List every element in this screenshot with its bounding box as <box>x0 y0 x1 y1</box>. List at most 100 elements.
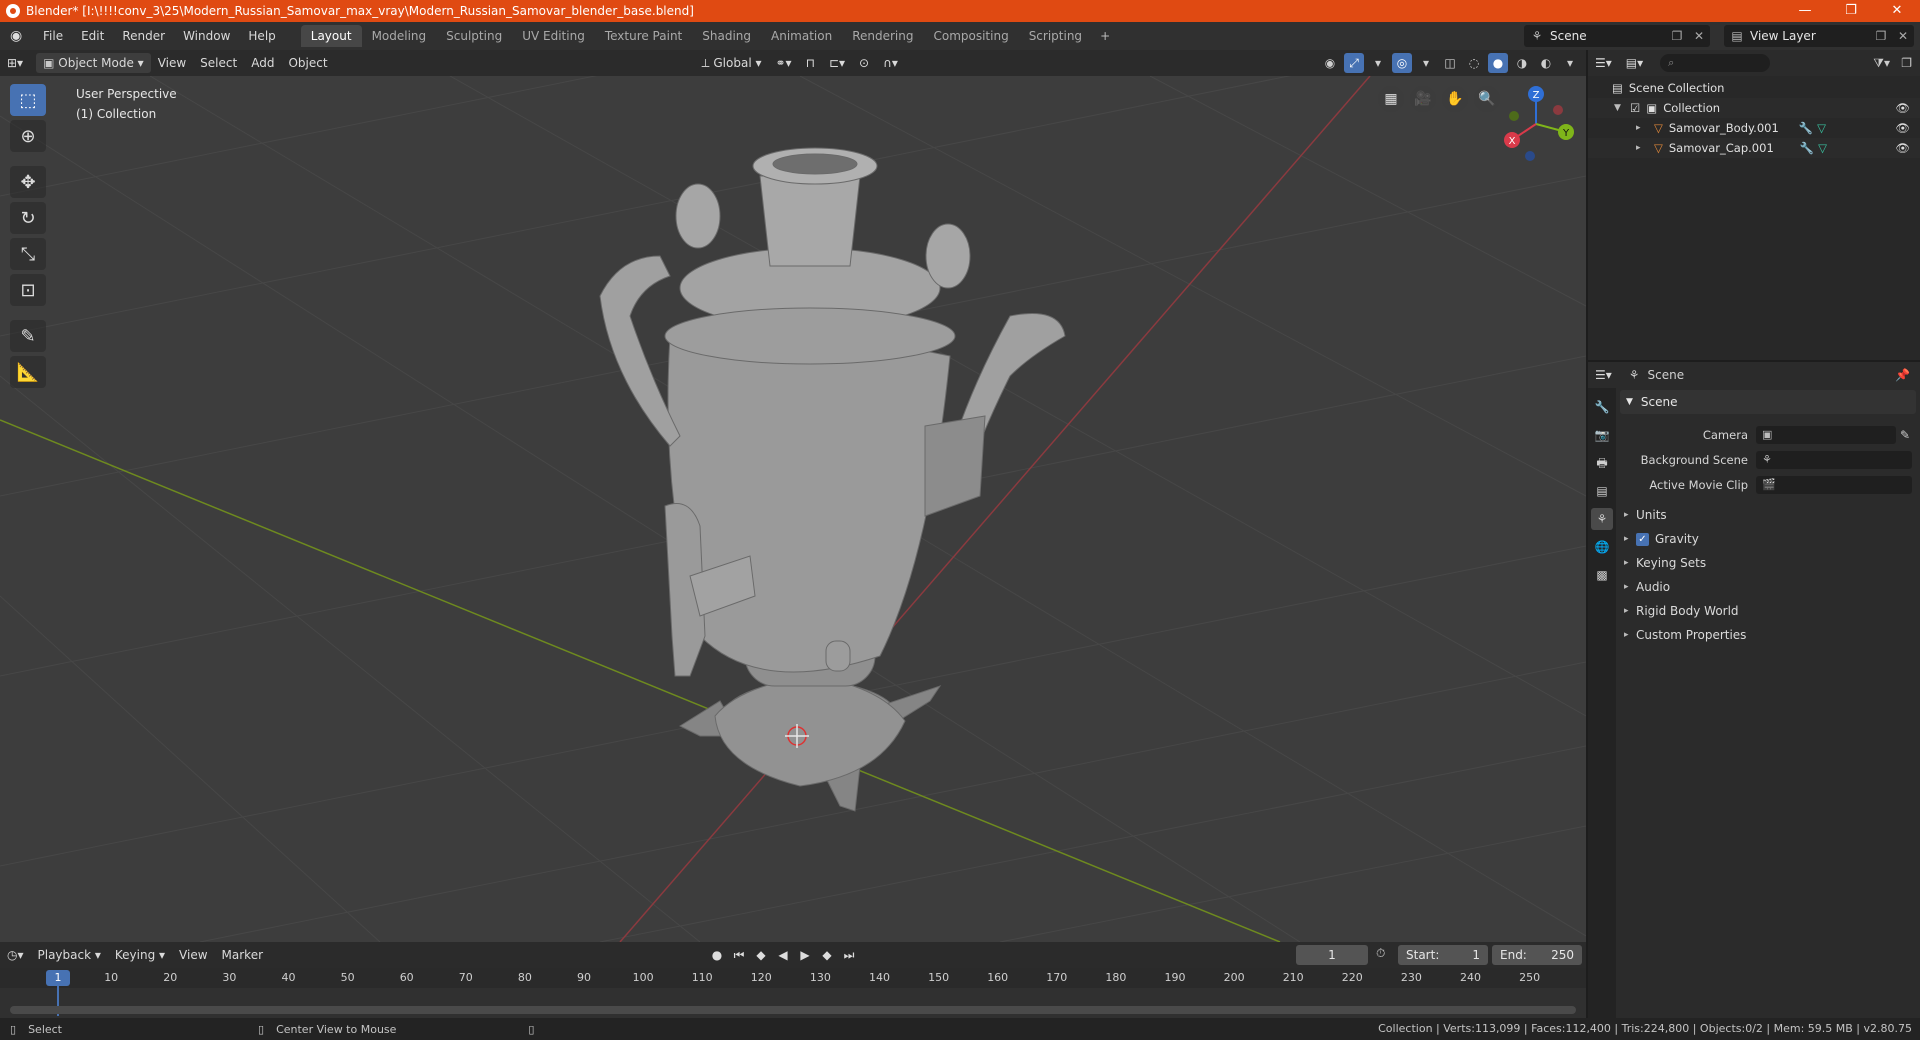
menu-keying[interactable]: Keying ▾ <box>108 945 172 965</box>
snap-icon[interactable]: ⊓ <box>799 53 822 73</box>
menu-select[interactable]: Select <box>193 53 244 73</box>
transform-orientation-dropdown[interactable]: ⟂ Global ▾ <box>695 53 769 73</box>
menu-object[interactable]: Object <box>281 53 334 73</box>
menu-marker[interactable]: Marker <box>215 945 270 965</box>
add-workspace-button[interactable]: + <box>1092 25 1118 47</box>
snap-target-icon[interactable]: ⊏▾ <box>822 53 852 73</box>
outliner-row-samovar-cap[interactable]: ▸ ▽ Samovar_Cap.001 🔧 ▽ 👁 <box>1588 138 1920 158</box>
maximize-button[interactable]: ❐ <box>1828 0 1874 22</box>
current-frame-field[interactable]: 1 <box>1296 945 1368 965</box>
play-reverse-icon[interactable]: ◀ <box>774 945 792 965</box>
expand-body-icon[interactable]: ▸ <box>1636 123 1648 133</box>
body-eye-icon[interactable]: 👁 <box>1895 121 1910 135</box>
new-view-layer-icon[interactable]: ❐ <box>1870 29 1892 43</box>
timeline[interactable]: 10 20 30 40 50 60 70 80 90 100 110 120 130 140 150 160 1… <box>0 968 1586 1018</box>
menu-help[interactable]: Help <box>239 29 284 43</box>
texture-tab-icon[interactable]: ▩ <box>1591 564 1613 586</box>
scene-name[interactable]: Scene <box>1550 29 1666 43</box>
stopwatch-icon[interactable]: ⏱ <box>1376 946 1385 961</box>
overlay-dropdown-icon[interactable]: ▾ <box>1416 53 1436 73</box>
gravity-checkbox[interactable]: ✓ <box>1636 532 1649 546</box>
timeline-scrollbar[interactable] <box>10 1006 1576 1014</box>
tool-tab-icon[interactable]: 🔧 <box>1591 396 1613 418</box>
subpanel-gravity[interactable]: ▸ ✓ Gravity <box>1616 527 1920 551</box>
prev-keyframe-icon[interactable]: ◆ <box>752 945 770 965</box>
falloff-icon[interactable]: ∩▾ <box>876 53 905 73</box>
menu-edit[interactable]: Edit <box>72 29 113 43</box>
camera-view-icon[interactable]: 🎥 <box>1410 86 1436 112</box>
menu-add[interactable]: Add <box>244 53 281 73</box>
scale-tool-icon[interactable]: ⤡ <box>10 238 46 270</box>
wireframe-shading-icon[interactable]: ◌ <box>1464 53 1484 73</box>
tab-layout[interactable]: Layout <box>300 25 362 47</box>
menu-file[interactable]: File <box>34 29 72 43</box>
delete-view-layer-icon[interactable]: ✕ <box>1892 29 1914 43</box>
expand-collection-icon[interactable]: ▼ <box>1614 103 1626 113</box>
new-scene-icon[interactable]: ❐ <box>1666 29 1688 43</box>
annotate-tool-icon[interactable]: ✎ <box>10 320 46 352</box>
view-layer-selector[interactable]: ▤ View Layer ❐ ✕ <box>1724 25 1914 47</box>
timeline-editor-type-icon[interactable]: ◷▾ <box>0 945 31 965</box>
world-tab-icon[interactable]: 🌐 <box>1591 536 1613 558</box>
outliner-row-collection[interactable]: ▼ ☑ ▣ Collection 👁 <box>1588 98 1920 118</box>
tab-compositing[interactable]: Compositing <box>923 25 1018 47</box>
subpanel-keying-sets[interactable]: ▸ Keying Sets <box>1616 551 1920 575</box>
transform-tool-icon[interactable]: ⊡ <box>10 274 46 306</box>
tab-texture-paint[interactable]: Texture Paint <box>595 25 692 47</box>
jump-end-icon[interactable]: ⏭ <box>840 945 858 965</box>
outliner-search-input[interactable]: ⌕ <box>1660 54 1771 72</box>
camera-field[interactable]: ▣ <box>1756 425 1896 444</box>
shading-dropdown-icon[interactable]: ▾ <box>1560 53 1580 73</box>
mode-dropdown[interactable]: ▣ Object Mode ▾ <box>36 53 151 73</box>
view-layer-tab-icon[interactable]: ▤ <box>1591 480 1613 502</box>
minimize-button[interactable]: — <box>1782 0 1828 22</box>
cursor-tool-icon[interactable]: ⊕ <box>10 120 46 152</box>
pin-icon[interactable]: 📌 <box>1895 368 1910 382</box>
subpanel-audio[interactable]: ▸ Audio <box>1616 575 1920 599</box>
active-movie-clip-field[interactable]: 🎬 <box>1756 475 1912 494</box>
new-collection-icon[interactable]: ❐ <box>1901 56 1912 70</box>
tab-shading[interactable]: Shading <box>692 25 761 47</box>
editor-type-icon[interactable]: ⊞▾ <box>0 53 30 73</box>
filter-icon[interactable]: ⧩▾ <box>1873 56 1890 71</box>
subpanel-custom-properties[interactable]: ▸ Custom Properties <box>1616 623 1920 647</box>
background-scene-field[interactable]: ⚘ <box>1756 450 1912 469</box>
tab-animation[interactable]: Animation <box>761 25 842 47</box>
outliner-row-samovar-body[interactable]: ▸ ▽ Samovar_Body.001 🔧 ▽ 👁 <box>1588 118 1920 138</box>
delete-scene-icon[interactable]: ✕ <box>1688 29 1710 43</box>
start-frame-field[interactable]: Start: 1 <box>1398 945 1488 965</box>
output-tab-icon[interactable]: 🖶 <box>1591 452 1613 474</box>
rotate-tool-icon[interactable]: ↻ <box>10 202 46 234</box>
solid-shading-icon[interactable]: ● <box>1488 53 1508 73</box>
next-keyframe-icon[interactable]: ◆ <box>818 945 836 965</box>
pivot-icon[interactable]: ⚭▾ <box>769 53 799 73</box>
menu-render[interactable]: Render <box>113 29 174 43</box>
display-mode-icon[interactable]: ▤▾ <box>1619 53 1650 73</box>
play-icon[interactable]: ▶ <box>796 945 814 965</box>
samovar-model[interactable] <box>599 147 1066 812</box>
material-shading-icon[interactable]: ◑ <box>1512 53 1532 73</box>
rendered-shading-icon[interactable]: ◐ <box>1536 53 1556 73</box>
subpanel-units[interactable]: ▸ Units <box>1616 503 1920 527</box>
gizmo-toggle-icon[interactable]: ⤢ <box>1344 53 1364 73</box>
tab-rendering[interactable]: Rendering <box>842 25 923 47</box>
tab-scripting[interactable]: Scripting <box>1019 25 1092 47</box>
jump-start-icon[interactable]: ⏮ <box>730 945 748 965</box>
visibility-icon[interactable]: ◉ <box>1320 53 1340 73</box>
blender-menu-icon[interactable]: ◉ <box>10 28 26 44</box>
end-frame-field[interactable]: End: 250 <box>1492 945 1582 965</box>
gizmo-dropdown-icon[interactable]: ▾ <box>1368 53 1388 73</box>
checkbox-icon[interactable]: ☑ <box>1630 101 1640 115</box>
move-tool-icon[interactable]: ✥ <box>10 166 46 198</box>
collection-eye-icon[interactable]: 👁 <box>1895 101 1910 115</box>
scene-tab-icon[interactable]: ⚘ <box>1591 508 1613 530</box>
outliner-row-scene-collection[interactable]: ▤ Scene Collection <box>1588 78 1920 98</box>
xray-icon[interactable]: ◫ <box>1440 53 1460 73</box>
menu-timeline-view[interactable]: View <box>172 945 214 965</box>
select-box-tool-icon[interactable]: ⬚ <box>10 84 46 116</box>
tab-modeling[interactable]: Modeling <box>362 25 437 47</box>
scene-panel-header[interactable]: ▼ Scene <box>1620 390 1916 414</box>
outliner-editor-type-icon[interactable]: ☰▾ <box>1588 53 1619 73</box>
pan-hand-icon[interactable]: ✋ <box>1442 86 1468 112</box>
grid-view-icon[interactable]: ▦ <box>1378 86 1404 112</box>
